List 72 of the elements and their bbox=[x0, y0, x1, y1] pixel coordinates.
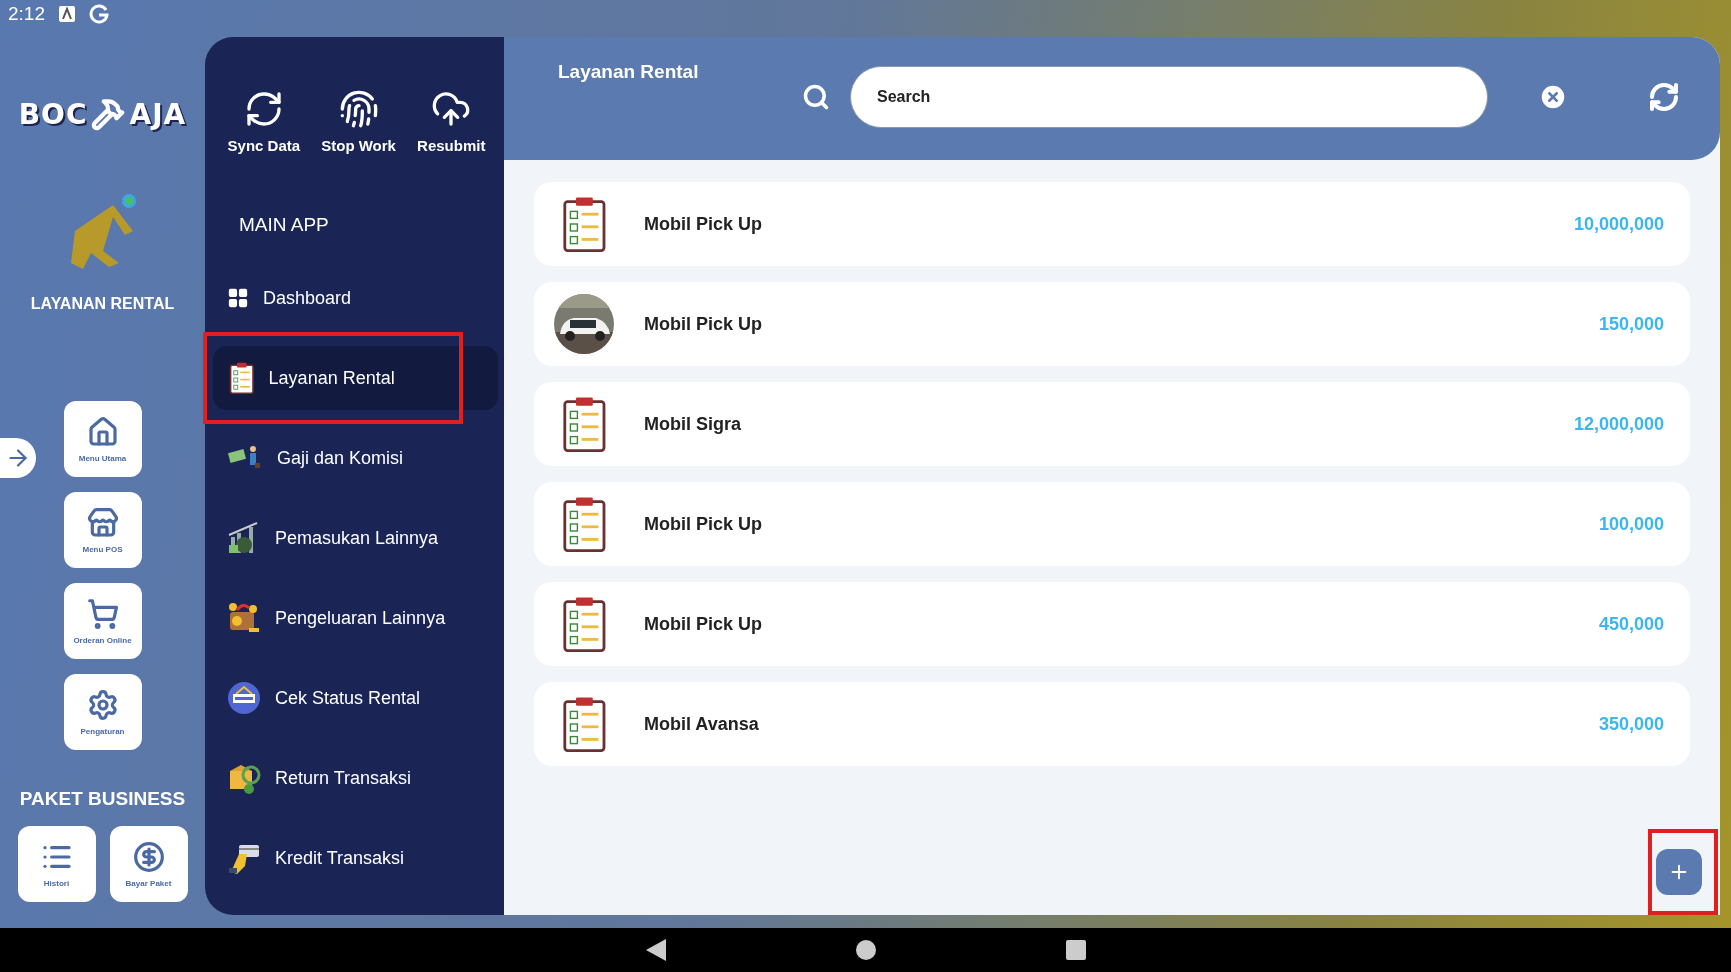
wallet-icon bbox=[227, 602, 261, 634]
action-button[interactable]: Sync Data bbox=[227, 89, 301, 154]
rental-row[interactable]: Mobil Sigra 12,000,000 bbox=[534, 382, 1690, 466]
clipboard-icon bbox=[561, 196, 607, 252]
menu-item[interactable]: Pemasukan Lainnya bbox=[219, 506, 498, 570]
menu-tile[interactable]: Pengaturan bbox=[63, 674, 142, 750]
settings-icon bbox=[86, 688, 119, 721]
status-time: 2:12 bbox=[8, 3, 45, 25]
logo-text: BOC bbox=[18, 97, 88, 131]
package-title: PAKET BUSINESS bbox=[19, 788, 186, 810]
item-price: 12,000,000 bbox=[1573, 413, 1664, 435]
expand-tab[interactable] bbox=[0, 438, 36, 478]
app-label: LAYANAN RENTAL bbox=[30, 295, 175, 313]
refresh-icon bbox=[1648, 81, 1680, 113]
item-price: 10,000,000 bbox=[1573, 213, 1664, 235]
menu-item[interactable]: Return Transaksi bbox=[219, 746, 498, 810]
item-name: Mobil Pick Up bbox=[644, 613, 763, 635]
action-button[interactable]: Stop Work bbox=[321, 89, 396, 154]
menu-tile[interactable]: Orderan Online bbox=[63, 583, 142, 659]
clipboard-icon bbox=[561, 696, 607, 752]
menu-tile[interactable]: Menu Utama bbox=[63, 401, 142, 477]
item-price: 350,000 bbox=[1598, 713, 1664, 735]
notification-icon bbox=[59, 6, 75, 22]
rental-row[interactable]: Mobil Avansa 350,000 bbox=[534, 682, 1690, 766]
g-letter-icon bbox=[89, 4, 109, 24]
clipboard-icon bbox=[561, 396, 607, 452]
menu-item[interactable]: Kredit Transaksi bbox=[219, 826, 498, 890]
rental-row[interactable]: Mobil Pick Up 10,000,000 bbox=[534, 182, 1690, 266]
add-button[interactable] bbox=[1656, 849, 1702, 895]
rental-row[interactable]: Mobil Pick Up 100,000 bbox=[534, 482, 1690, 566]
home-circle-icon[interactable] bbox=[855, 940, 876, 960]
clear-button[interactable] bbox=[1538, 82, 1568, 112]
item-price: 150,000 bbox=[1598, 313, 1664, 335]
item-name: Mobil Avansa bbox=[644, 713, 760, 735]
action-button[interactable]: Resubmit bbox=[417, 89, 486, 154]
search-icon bbox=[802, 83, 830, 111]
package-tile[interactable]: Histori bbox=[17, 826, 96, 902]
item-price: 450,000 bbox=[1598, 613, 1664, 635]
rental-row[interactable]: Mobil Pick Up 450,000 bbox=[534, 582, 1690, 666]
hand-card-icon bbox=[227, 842, 261, 874]
page-title: Layanan Rental bbox=[558, 61, 700, 83]
menu-item[interactable]: Layanan Rental bbox=[213, 346, 498, 410]
item-name: Mobil Pick Up bbox=[644, 313, 763, 335]
back-icon[interactable] bbox=[645, 939, 666, 961]
menu-item[interactable]: Pengeluaran Lainnya bbox=[219, 586, 498, 650]
menu-item[interactable]: Gaji dan Komisi bbox=[219, 426, 498, 490]
search-field[interactable]: Search bbox=[850, 66, 1488, 128]
hammer-icon bbox=[91, 97, 126, 131]
close-icon bbox=[1538, 82, 1568, 112]
menu-item[interactable]: Cek Status Rental bbox=[219, 666, 498, 730]
item-name: Mobil Pick Up bbox=[644, 213, 763, 235]
item-name: Mobil Sigra bbox=[644, 413, 742, 435]
recents-icon[interactable] bbox=[1065, 940, 1086, 960]
rental-row[interactable]: Mobil Pick Up 150,000 bbox=[534, 282, 1690, 366]
menu-item[interactable]: Dashboard bbox=[219, 266, 498, 330]
fingerprint-icon bbox=[338, 89, 379, 129]
dashboard-icon bbox=[227, 287, 249, 309]
rent-sign-icon bbox=[227, 681, 261, 715]
clipboard-icon bbox=[561, 596, 607, 652]
section-title: MAIN APP bbox=[239, 214, 330, 236]
item-price: 100,000 bbox=[1598, 513, 1664, 535]
logo-text: AJA bbox=[129, 97, 187, 131]
dollar-icon bbox=[132, 840, 165, 873]
refresh-button[interactable] bbox=[1648, 81, 1680, 113]
item-name: Mobil Pick Up bbox=[644, 513, 763, 535]
cart-icon bbox=[86, 597, 119, 630]
home-icon bbox=[86, 415, 119, 448]
clipboard-icon bbox=[229, 362, 255, 394]
store-icon bbox=[86, 506, 119, 539]
menu-tile[interactable]: Menu POS bbox=[63, 492, 142, 568]
package-tile[interactable]: Bayar Paket bbox=[109, 826, 188, 902]
clipboard-icon bbox=[561, 496, 607, 552]
